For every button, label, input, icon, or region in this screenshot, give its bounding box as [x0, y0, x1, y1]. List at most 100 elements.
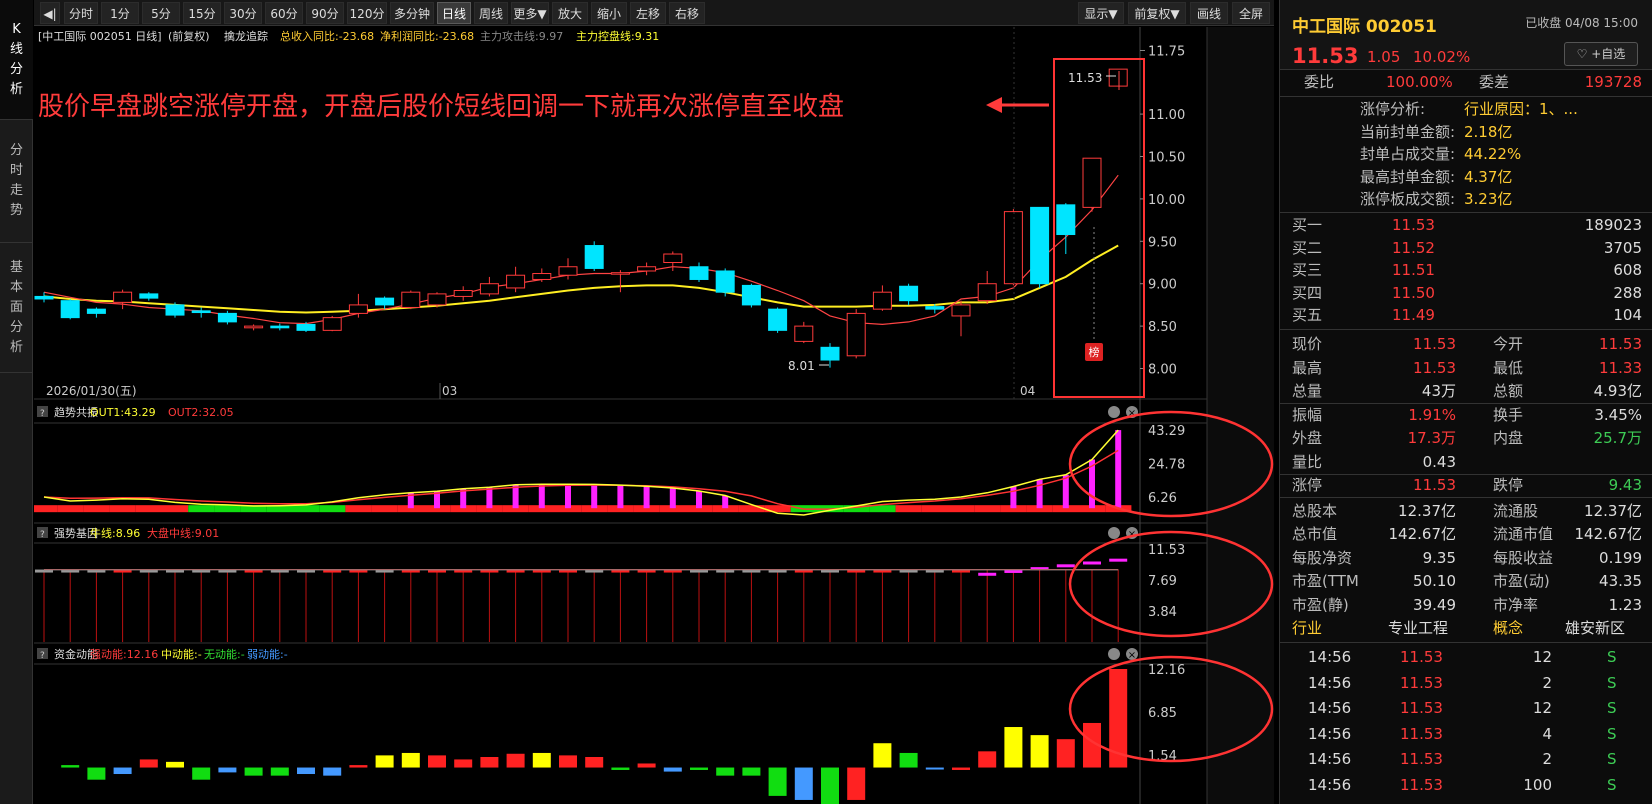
panel3-bar-29 — [821, 767, 839, 804]
candle-body-34[interactable] — [925, 306, 945, 310]
tab-fundamental-analysis[interactable]: 基本面分析 — [0, 243, 33, 373]
candle-body-2[interactable] — [86, 308, 106, 314]
candle-body-38[interactable] — [1030, 206, 1050, 285]
stat-value-8-a: 142.67亿 — [1388, 525, 1457, 543]
candle-body-28[interactable] — [768, 308, 788, 331]
candle-body-39[interactable] — [1056, 204, 1076, 236]
main-header-6: 主力控盘线:9.31 — [576, 29, 659, 43]
panel1-ytick-1: 24.78 — [1148, 457, 1185, 472]
candle-body-5[interactable] — [165, 304, 185, 316]
candle-body-12[interactable] — [348, 304, 368, 314]
toolbar-button-2[interactable]: 5分 — [142, 2, 180, 24]
candle-body-36[interactable] — [977, 283, 997, 302]
limit-label-4: 涨停板成交额: — [1360, 190, 1456, 208]
candle-body-30[interactable] — [820, 346, 840, 361]
candle-body-31[interactable] — [846, 312, 866, 357]
candle-body-20[interactable] — [558, 266, 578, 276]
stat-label-1-a: 最高 — [1292, 358, 1323, 377]
candle-body-25[interactable] — [689, 266, 709, 280]
panel1-base-36 — [974, 505, 1001, 513]
tick-vol-1: 2 — [1542, 673, 1552, 692]
bid-label-2: 买三 — [1292, 261, 1323, 279]
panel1-header-2: OUT2:32.05 — [168, 406, 234, 419]
toolbar-button-0[interactable]: 分时 — [64, 2, 98, 24]
toolbar-button-13[interactable]: 缩小 — [591, 2, 627, 24]
limit-label-0: 涨停分析: — [1360, 100, 1426, 118]
candle-body-32[interactable] — [872, 291, 892, 310]
panel3-gear-icon[interactable] — [1108, 648, 1120, 660]
candle-body-0[interactable] — [34, 295, 54, 300]
candle-body-29[interactable] — [794, 325, 814, 342]
candle-body-37[interactable] — [1003, 211, 1023, 285]
panel3-ytick-1: 6.85 — [1148, 706, 1177, 721]
candle-body-8[interactable] — [244, 325, 264, 329]
toolbar-button-9[interactable]: 日线 — [437, 2, 471, 24]
candle-body-13[interactable] — [375, 297, 395, 306]
candle-body-23[interactable] — [637, 266, 657, 272]
toolbar-button-6[interactable]: 90分 — [306, 2, 344, 24]
candle-body-21[interactable] — [584, 245, 604, 269]
toolbar-button-7[interactable]: 120分 — [347, 2, 387, 24]
toolbar-button-12[interactable]: 放大 — [552, 2, 588, 24]
candle-body-41[interactable] — [1108, 68, 1128, 87]
candle-body-17[interactable] — [479, 283, 499, 295]
tab-intraday-trend[interactable]: 分时走势 — [0, 120, 33, 243]
candle-body-7[interactable] — [217, 312, 237, 323]
toolbar-right-button-1[interactable]: 前复权▼ — [1128, 2, 1186, 24]
stat-label-8-a: 总市值 — [1292, 525, 1338, 543]
collapse-left-icon[interactable]: ◀| — [40, 2, 60, 24]
panel1-gear-icon[interactable] — [1108, 406, 1120, 418]
toolbar-right-button-0[interactable]: 显示▼ — [1078, 2, 1124, 24]
candle-body-27[interactable] — [741, 284, 761, 306]
tab-kline-analysis[interactable]: K线分析 — [0, 0, 33, 120]
toolbar-button-8[interactable]: 多分钟 — [390, 2, 434, 24]
candle-body-9[interactable] — [270, 325, 290, 329]
candle-body-10[interactable] — [296, 323, 316, 331]
panel2-gear-icon[interactable] — [1108, 527, 1120, 539]
toolbar-button-14[interactable]: 左移 — [630, 2, 666, 24]
candle-body-26[interactable] — [715, 270, 735, 293]
bid-price-3: 11.50 — [1392, 283, 1435, 302]
candle-body-18[interactable] — [506, 274, 526, 289]
tick-price-0: 11.53 — [1400, 648, 1443, 666]
candle-body-35[interactable] — [951, 304, 971, 317]
stat-row-2: 总量 43万 总额 4.93亿 — [1280, 380, 1652, 404]
toolbar-button-15[interactable]: 右移 — [669, 2, 705, 24]
panel3-bar-35 — [978, 751, 997, 768]
candle-body-22[interactable] — [610, 272, 630, 275]
candle-body-14[interactable] — [401, 291, 421, 308]
panel3-bar-24 — [690, 767, 708, 770]
candle-body-24[interactable] — [663, 253, 683, 264]
toolbar-button-1[interactable]: 1分 — [101, 2, 139, 24]
price-change-pct: 10.02% — [1413, 48, 1471, 66]
toolbar-button-4[interactable]: 30分 — [224, 2, 262, 24]
kline-chart-svg[interactable]: [中工国际 002051 日线] (前复权) 擒龙追踪 总收入同比:-23.68 净利润… — [31, 27, 1274, 804]
candle-body-19[interactable] — [532, 273, 552, 280]
panel1-bar-20 — [565, 484, 571, 509]
toolbar-button-3[interactable]: 15分 — [183, 2, 221, 24]
candle-body-11[interactable] — [322, 317, 342, 331]
candle-body-6[interactable] — [191, 310, 211, 314]
candle-body-4[interactable] — [139, 293, 159, 299]
candle-body-40[interactable] — [1082, 157, 1102, 208]
toolbar-right-button-2[interactable]: 画线 — [1190, 2, 1228, 24]
stat-value-11-a: 39.49 — [1413, 595, 1456, 614]
toolbar-button-11[interactable]: 更多▼ — [511, 2, 549, 24]
bid-vol-2: 608 — [1613, 261, 1642, 279]
candle-body-33[interactable] — [899, 285, 919, 302]
limit-row-3: 最高封单金额: 4.37亿 — [1280, 166, 1652, 190]
stat-value-8-b: 142.67亿 — [1574, 525, 1643, 543]
stat-value-1-a: 11.53 — [1413, 358, 1456, 377]
candle-body-3[interactable] — [113, 291, 133, 303]
bid-vol-3: 288 — [1613, 283, 1642, 302]
toolbar-button-5[interactable]: 60分 — [265, 2, 303, 24]
add-favorite-button[interactable]: ♡ +自选 — [1564, 42, 1638, 66]
panel1-bar-17 — [486, 487, 493, 509]
stat-row-4: 外盘 17.3万 内盘 25.7万 — [1280, 427, 1652, 451]
candle-body-16[interactable] — [453, 289, 473, 297]
toolbar-right-button-3[interactable]: 全屏 — [1232, 2, 1270, 24]
toolbar-button-10[interactable]: 周线 — [474, 2, 508, 24]
candle-body-1[interactable] — [60, 300, 80, 319]
candle-body-15[interactable] — [427, 293, 447, 306]
concept-label: 概念 — [1493, 619, 1524, 637]
